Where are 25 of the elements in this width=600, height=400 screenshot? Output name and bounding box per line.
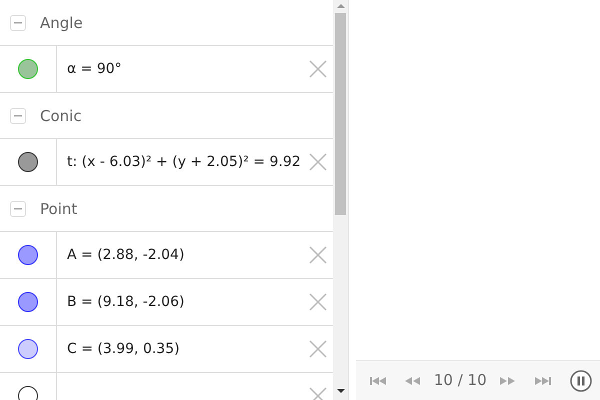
group-title: Point [40,198,78,220]
collapse-toggle[interactable] [10,201,26,217]
collapse-toggle[interactable] [10,15,26,31]
scroll-up-icon[interactable] [336,3,344,9]
visibility-toggle[interactable] [18,292,38,312]
scrollbar[interactable] [333,0,348,400]
visibility-toggle[interactable] [18,386,38,400]
scroll-thumb[interactable] [335,13,346,215]
visibility-toggle[interactable] [18,339,38,359]
minus-icon [14,22,22,24]
frame-counter: 10 / 10 [434,370,487,392]
formula-text[interactable]: α = 90° [57,58,122,80]
formula-text[interactable]: t: (x - 6.03)² + (y + 2.05)² = 9.92 [57,152,301,172]
minus-icon [14,208,22,210]
collapse-toggle[interactable] [10,108,26,124]
visibility-toggle[interactable] [18,152,38,172]
visibility-toggle[interactable] [18,245,38,265]
formula-text[interactable]: A = (2.88, -2.04) [57,244,184,266]
scroll-down-icon[interactable] [336,388,344,394]
group-title: Conic [40,106,82,127]
formula-text[interactable]: B = (9.18, -2.06) [57,292,184,312]
minus-icon [14,115,22,117]
formula-text[interactable]: C = (3.99, 0.35) [57,338,180,360]
visibility-toggle[interactable] [18,59,38,79]
group-title: Angle [40,12,83,34]
